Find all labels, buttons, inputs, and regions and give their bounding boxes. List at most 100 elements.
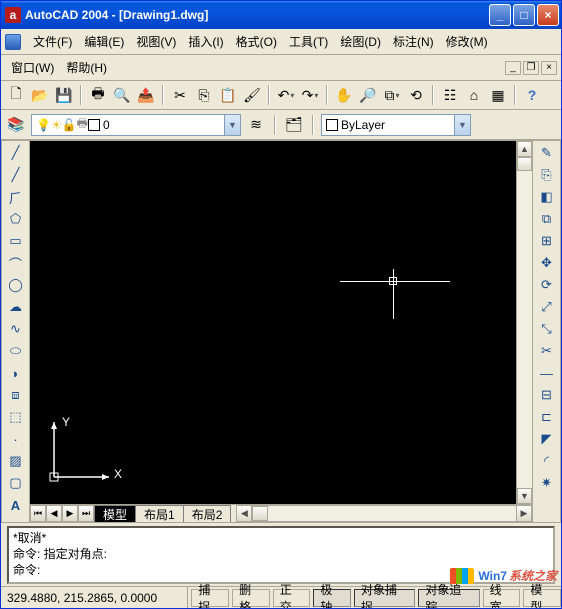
menu-modify[interactable]: 修改(M) (440, 31, 494, 52)
model-toggle[interactable]: 模型 (523, 589, 561, 607)
fillet-button[interactable]: ◜ (536, 451, 558, 471)
menu-view[interactable]: 视图(V) (130, 31, 182, 52)
menu-format[interactable]: 格式(O) (230, 31, 283, 52)
tab-layout2[interactable]: 布局2 (183, 505, 232, 522)
new-button[interactable]: 🗋 (5, 84, 27, 106)
offset-button[interactable]: ⧉ (536, 209, 558, 229)
undo-button[interactable]: ↶ (275, 84, 297, 106)
menu-window[interactable]: 窗口(W) (5, 57, 60, 78)
hscroll-thumb[interactable] (252, 506, 268, 521)
spline-button[interactable]: ∿ (5, 319, 27, 339)
tab-prev-button[interactable]: ◀ (46, 505, 62, 522)
stretch-button[interactable]: ⤡ (536, 319, 558, 339)
zoom-window-button[interactable]: ⧉ (381, 84, 403, 106)
extend-button[interactable]: — (536, 363, 558, 383)
mirror-button[interactable]: ◧ (536, 187, 558, 207)
make-block-button[interactable]: ⬚ (5, 407, 27, 427)
menu-edit[interactable]: 编辑(E) (78, 31, 130, 52)
ellipse-arc-button[interactable]: ◗ (5, 363, 27, 383)
scroll-up-button[interactable]: ▲ (517, 141, 532, 157)
array-button[interactable]: ⊞ (536, 231, 558, 251)
scale-button[interactable]: ⤢ (536, 297, 558, 317)
save-button[interactable]: 💾 (53, 84, 75, 106)
help-button[interactable]: ? (521, 84, 543, 106)
erase-button[interactable]: ✎ (536, 143, 558, 163)
vertical-scrollbar[interactable]: ▲ ▼ (516, 141, 532, 504)
copy-object-button[interactable]: ⎘ (536, 165, 558, 185)
redo-button[interactable]: ↷ (299, 84, 321, 106)
match-properties-button[interactable]: 🖌 (241, 84, 263, 106)
layer-previous-button[interactable]: ≋ (245, 114, 267, 136)
chamfer-button[interactable]: ◤ (536, 429, 558, 449)
text-button[interactable]: A (5, 495, 27, 515)
tab-model[interactable]: 模型 (94, 505, 136, 522)
ellipse-button[interactable]: ⬭ (5, 341, 27, 361)
tab-layout1[interactable]: 布局1 (135, 505, 184, 522)
properties-button[interactable]: ☷ (439, 84, 461, 106)
menu-file[interactable]: 文件(F) (27, 31, 78, 52)
close-button[interactable]: × (537, 4, 559, 26)
menu-tools[interactable]: 工具(T) (283, 31, 334, 52)
tab-first-button[interactable]: ⏮ (30, 505, 46, 522)
snap-toggle[interactable]: 捕捉 (191, 589, 229, 607)
pan-realtime-button[interactable]: ✋ (333, 84, 355, 106)
mdi-minimize-button[interactable]: _ (505, 61, 521, 75)
polyline-button[interactable]: ⺁ (5, 187, 27, 207)
construction-line-button[interactable]: ╱ (5, 165, 27, 185)
menu-help[interactable]: 帮助(H) (60, 57, 113, 78)
line-button[interactable]: ╱ (5, 143, 27, 163)
tool-palettes-button[interactable]: ▦ (487, 84, 509, 106)
scroll-down-button[interactable]: ▼ (517, 488, 532, 504)
osnap-toggle[interactable]: 对象捕捉 (354, 589, 415, 607)
point-button[interactable]: · (5, 429, 27, 449)
rectangle-button[interactable]: ▭ (5, 231, 27, 251)
arc-button[interactable]: ⌒ (5, 253, 27, 273)
color-dropdown[interactable]: ByLayer ▼ (321, 114, 471, 136)
region-button[interactable]: ▢ (5, 473, 27, 493)
drawing-canvas[interactable]: X Y (30, 141, 516, 504)
polygon-button[interactable]: ⬠ (5, 209, 27, 229)
maximize-button[interactable]: □ (513, 4, 535, 26)
menu-insert[interactable]: 插入(I) (182, 31, 229, 52)
circle-button[interactable]: ◯ (5, 275, 27, 295)
zoom-realtime-button[interactable]: 🔎 (357, 84, 379, 106)
move-button[interactable]: ✥ (536, 253, 558, 273)
menu-dimension[interactable]: 标注(N) (387, 31, 440, 52)
menu-draw[interactable]: 绘图(D) (334, 31, 387, 52)
otrack-toggle[interactable]: 对象追踪 (418, 589, 479, 607)
mdi-close-button[interactable]: × (541, 61, 557, 75)
print-button[interactable]: 🖶 (87, 84, 109, 106)
revision-cloud-button[interactable]: ☁ (5, 297, 27, 317)
horizontal-scrollbar[interactable]: ◀ ▶ (236, 505, 532, 522)
insert-block-button[interactable]: ⧈ (5, 385, 27, 405)
grid-toggle[interactable]: 删格 (232, 589, 270, 607)
break-at-point-button[interactable]: ⊟ (536, 385, 558, 405)
make-current-button[interactable]: 🗂 (283, 114, 305, 136)
zoom-previous-button[interactable]: ⟲ (405, 84, 427, 106)
lineweight-toggle[interactable]: 线宽 (483, 589, 521, 607)
polar-toggle[interactable]: 极轴 (313, 589, 351, 607)
scroll-right-button[interactable]: ▶ (516, 505, 532, 522)
cut-button[interactable]: ✂ (169, 84, 191, 106)
layer-dropdown[interactable]: 💡 ☀ 🔓 🖶 0 ▼ (31, 114, 241, 136)
layer-manager-button[interactable]: 📚 (5, 114, 27, 136)
rotate-button[interactable]: ⟳ (536, 275, 558, 295)
coordinates-display[interactable]: 329.4880, 215.2865, 0.0000 (1, 587, 188, 608)
vscroll-thumb[interactable] (517, 157, 532, 171)
print-preview-button[interactable]: 🔍 (111, 84, 133, 106)
mdi-restore-button[interactable]: ❐ (523, 61, 539, 75)
mdi-document-icon[interactable] (5, 34, 21, 50)
open-button[interactable]: 📂 (29, 84, 51, 106)
scroll-left-button[interactable]: ◀ (236, 505, 252, 522)
trim-button[interactable]: ✂ (536, 341, 558, 361)
ortho-toggle[interactable]: 正交 (273, 589, 311, 607)
explode-button[interactable]: ✷ (536, 473, 558, 493)
minimize-button[interactable]: _ (489, 4, 511, 26)
copy-button[interactable]: ⎘ (193, 84, 215, 106)
hatch-button[interactable]: ▨ (5, 451, 27, 471)
tab-next-button[interactable]: ▶ (62, 505, 78, 522)
break-button[interactable]: ⊏ (536, 407, 558, 427)
tab-last-button[interactable]: ⏭ (78, 505, 94, 522)
publish-button[interactable]: 📤 (135, 84, 157, 106)
paste-button[interactable]: 📋 (217, 84, 239, 106)
